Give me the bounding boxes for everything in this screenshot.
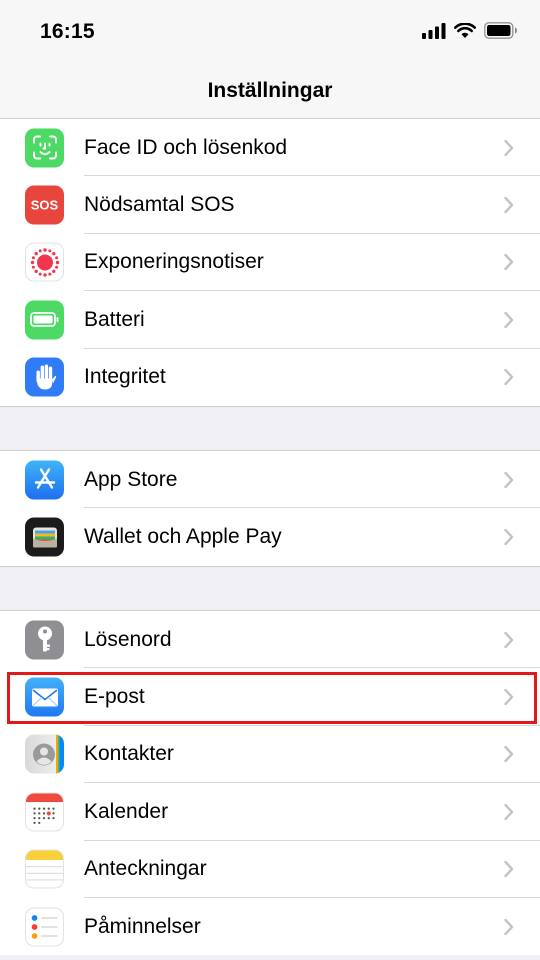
page-title: Inställningar (207, 79, 333, 102)
battery-status-icon (484, 22, 517, 39)
reminders-icon (25, 907, 64, 947)
key-icon (25, 620, 64, 660)
settings-row-app-store[interactable]: App Store (0, 451, 540, 509)
settings-row-label: Exponeringsnotiser (84, 250, 264, 274)
sos-badge-text: SOS (30, 197, 59, 213)
settings-row-label: Påminnelser (84, 914, 201, 938)
settings-row-label: Batteri (84, 307, 145, 331)
face-id-icon (25, 128, 64, 168)
settings-row-exposure-notifications[interactable]: Exponeringsnotiser (0, 234, 540, 292)
hand-icon (25, 357, 64, 397)
settings-row-notes[interactable]: Anteckningar (0, 841, 540, 898)
chevron-right-icon (504, 631, 514, 648)
settings-group-1: Face ID och lösenkod SOS Nödsamtal SOS E… (0, 118, 540, 407)
chevron-right-icon (504, 139, 514, 156)
navigation-bar: Inställningar (0, 64, 540, 120)
settings-row-label: Anteckningar (84, 857, 207, 881)
calendar-icon (25, 792, 64, 832)
settings-row-emergency-sos[interactable]: SOS Nödsamtal SOS (0, 176, 540, 234)
wifi-icon (454, 22, 476, 38)
chevron-right-icon (504, 311, 514, 329)
settings-row-battery[interactable]: Batteri (0, 291, 540, 349)
chevron-right-icon (504, 918, 514, 935)
settings-row-label: Kalender (84, 799, 169, 823)
status-time: 16:15 (40, 20, 95, 43)
settings-row-label: Integritet (84, 365, 166, 389)
settings-group-2: App Store Wallet och Apple Pay (0, 450, 540, 567)
chevron-right-icon (504, 471, 514, 488)
settings-row-label: Lösenord (84, 627, 172, 651)
settings-row-label: Nödsamtal SOS (84, 193, 235, 217)
exposure-icon (25, 242, 64, 282)
settings-row-label: App Store (84, 467, 178, 491)
settings-row-privacy[interactable]: Integritet (0, 349, 540, 406)
contacts-icon (25, 734, 64, 774)
settings-row-label: Wallet och Apple Pay (84, 525, 282, 549)
battery-icon (25, 300, 64, 340)
app-store-icon (25, 460, 64, 500)
highlight-box (7, 672, 537, 724)
settings-row-calendar[interactable]: Kalender (0, 783, 540, 841)
settings-row-wallet[interactable]: Wallet och Apple Pay (0, 508, 540, 565)
settings-row-label: Face ID och lösenkod (84, 135, 288, 159)
settings-row-passwords[interactable]: Lösenord (0, 611, 540, 669)
settings-row-reminders[interactable]: Påminnelser (0, 898, 540, 955)
sos-icon: SOS (25, 185, 64, 225)
chevron-right-icon (504, 254, 514, 271)
chevron-right-icon (504, 528, 514, 546)
cellular-signal-icon (422, 22, 446, 39)
chevron-right-icon (504, 746, 514, 763)
status-bar: 16:15 (0, 0, 540, 64)
settings-row-contacts[interactable]: Kontakter (0, 726, 540, 784)
status-icons (422, 22, 518, 39)
chevron-right-icon (504, 196, 514, 214)
chevron-right-icon (504, 861, 514, 878)
chevron-right-icon (504, 803, 514, 821)
settings-group-3: Lösenord E-post Kontakter Kalender Antec… (0, 610, 540, 956)
settings-row-label: Kontakter (84, 742, 174, 766)
settings-row-face-id[interactable]: Face ID och lösenkod (0, 119, 540, 177)
chevron-right-icon (504, 369, 514, 386)
notes-icon (25, 849, 64, 889)
wallet-icon (25, 517, 64, 557)
